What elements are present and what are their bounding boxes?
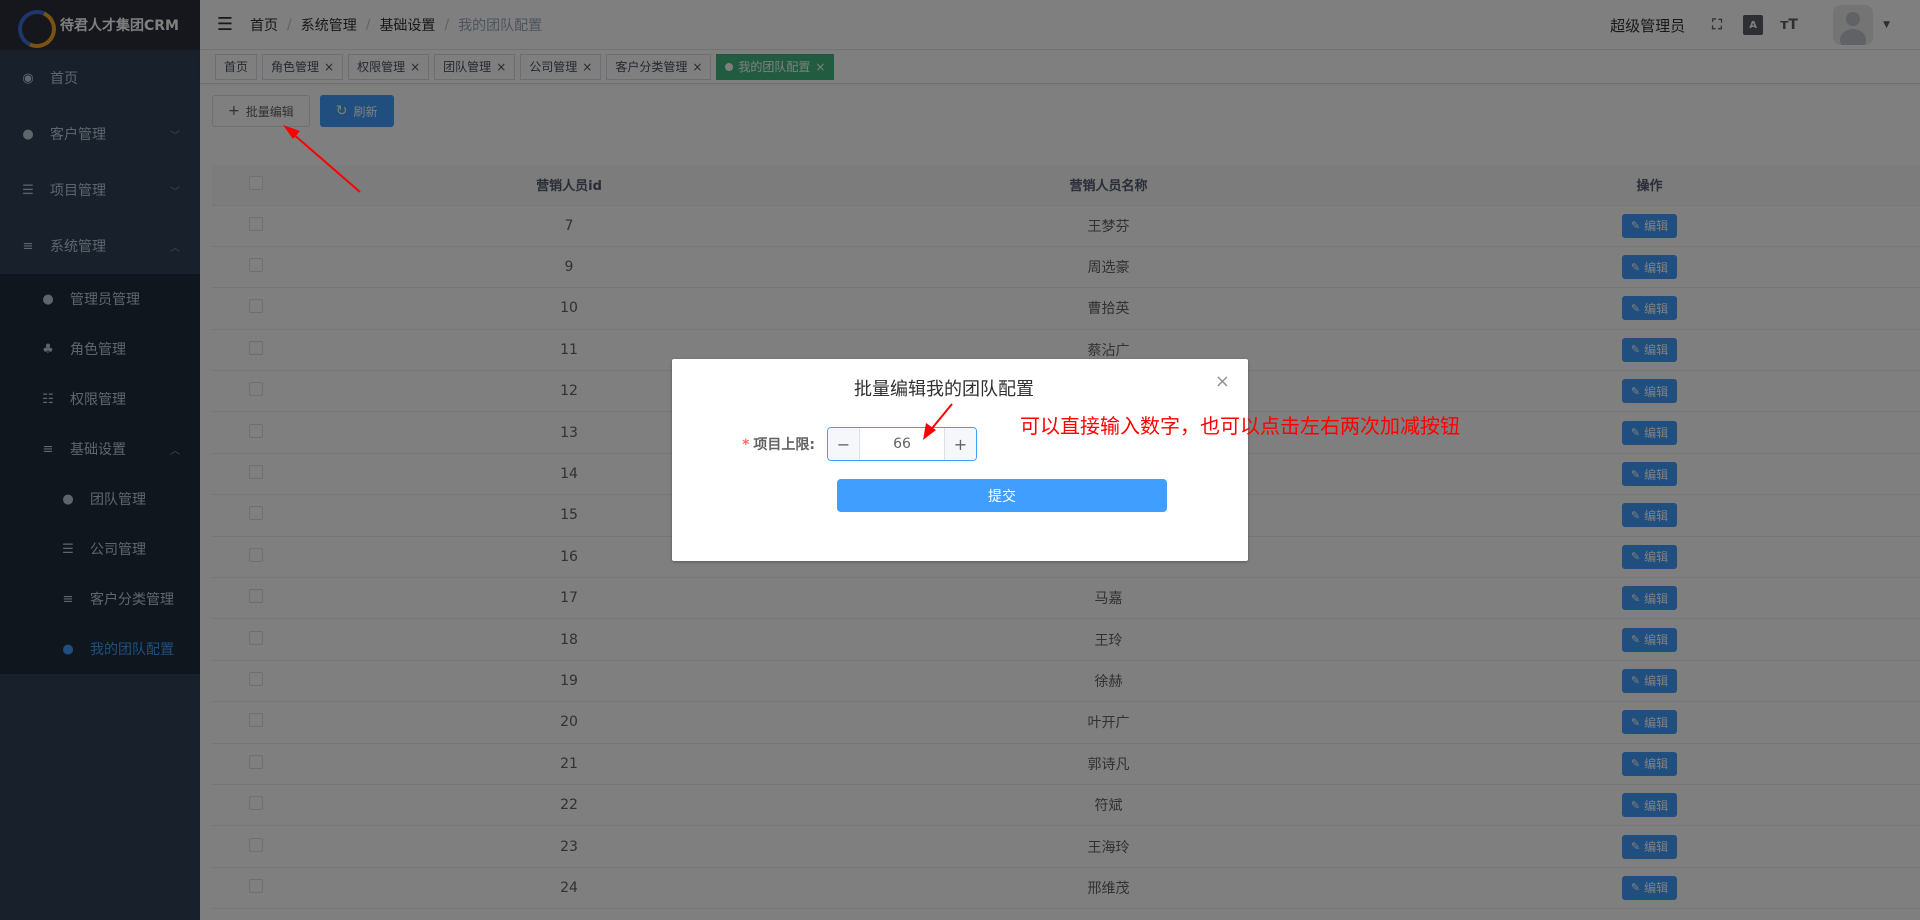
project-limit-stepper: − 66 + <box>827 427 977 461</box>
form-label-text: 项目上限: <box>753 437 815 453</box>
decrement-button[interactable]: − <box>828 428 860 460</box>
batch-edit-dialog: 批量编辑我的团队配置 × * 项目上限: − 66 + 提交 <box>672 359 1248 561</box>
close-icon[interactable]: × <box>1215 371 1230 392</box>
increment-button[interactable]: + <box>944 428 976 460</box>
submit-button[interactable]: 提交 <box>837 479 1167 512</box>
dialog-title: 批量编辑我的团队配置 <box>854 379 1034 400</box>
annotation-text: 可以直接输入数字，也可以点击左右两次加减按钮 <box>1020 414 1460 438</box>
required-mark: * <box>742 437 750 453</box>
form-label: * 项目上限: <box>672 434 827 454</box>
project-limit-input[interactable]: 66 <box>860 428 944 460</box>
